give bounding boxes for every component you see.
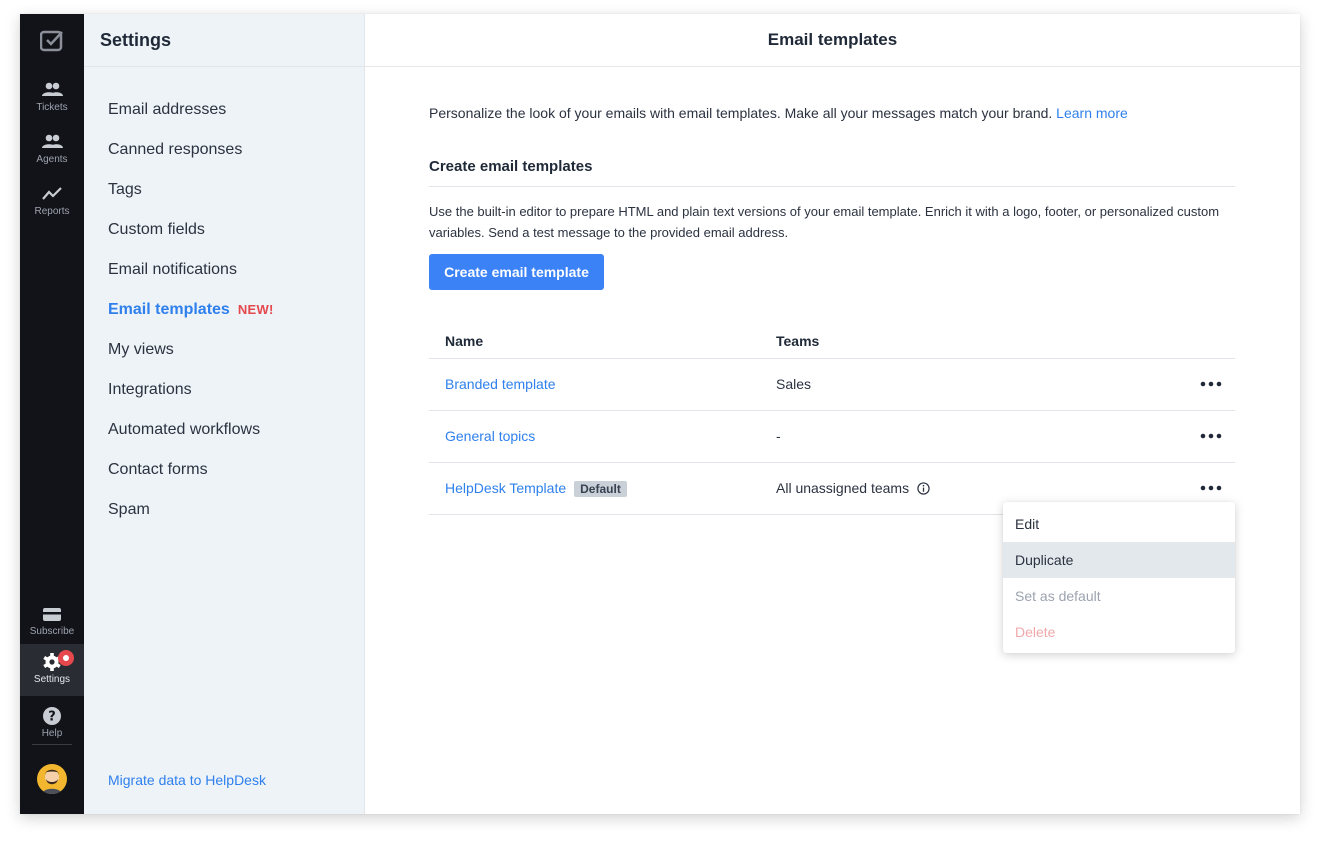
avatar-icon: [42, 769, 62, 794]
sidebar-item-custom-fields[interactable]: Custom fields: [108, 218, 274, 258]
rail-label: Tickets: [36, 102, 68, 113]
sidebar-item-label: Email templates: [108, 301, 230, 318]
new-badge: NEW!: [237, 302, 274, 317]
sidebar-item-my-views[interactable]: My views: [108, 338, 274, 378]
template-name-link[interactable]: General topics: [445, 428, 535, 444]
sidebar-item-spam[interactable]: Spam: [108, 498, 274, 538]
sidebar-item-email-templates[interactable]: Email templates NEW!: [108, 298, 274, 338]
table-row: Branded template Sales: [429, 359, 1235, 411]
page-header: Email templates: [365, 14, 1300, 67]
settings-sidebar: Settings Email addresses Canned response…: [84, 14, 365, 814]
question-icon: ?: [43, 707, 61, 725]
sidebar-item-label: Integrations: [108, 381, 192, 398]
info-icon[interactable]: [917, 482, 930, 495]
template-name-link[interactable]: Branded template: [445, 376, 556, 392]
app-window: Tickets Agents Reports Subscribe Setting…: [20, 14, 1300, 814]
more-options-icon[interactable]: [1199, 381, 1223, 387]
rail-label: Subscribe: [29, 626, 75, 637]
migrate-link[interactable]: Migrate data to HelpDesk: [108, 772, 266, 788]
divider: [429, 186, 1235, 187]
sidebar-nav: Email addresses Canned responses Tags Cu…: [108, 98, 274, 538]
template-teams: -: [776, 428, 781, 444]
table-header: Name Teams: [429, 324, 1235, 359]
row-actions-menu: Edit Duplicate Set as default Delete: [1003, 502, 1235, 653]
more-options-icon[interactable]: [1199, 485, 1223, 491]
notification-badge: [58, 650, 74, 666]
rail-label: Help: [41, 728, 63, 739]
chart-line-icon: [42, 187, 62, 200]
rail-item-settings[interactable]: Settings: [20, 644, 84, 696]
rail-item-tickets[interactable]: Tickets: [20, 72, 84, 124]
sidebar-item-label: Automated workflows: [108, 421, 261, 438]
template-name-cell: HelpDesk Template Default: [445, 480, 627, 497]
rail-label: Agents: [36, 154, 68, 165]
template-teams: All unassigned teams: [776, 480, 910, 496]
divider: [84, 66, 364, 67]
section-title: Create email templates: [429, 158, 593, 175]
sidebar-item-label: Tags: [108, 181, 142, 198]
svg-text:?: ?: [48, 710, 56, 725]
sidebar-item-label: Spam: [108, 501, 150, 518]
learn-more-link[interactable]: Learn more: [1056, 105, 1128, 121]
app-rail: Tickets Agents Reports Subscribe Setting…: [20, 14, 84, 814]
sidebar-item-email-notifications[interactable]: Email notifications: [108, 258, 274, 298]
sidebar-item-label: Contact forms: [108, 461, 208, 478]
rail-item-agents[interactable]: Agents: [20, 124, 84, 176]
sidebar-item-label: Canned responses: [108, 141, 243, 158]
page-title: Email templates: [767, 30, 898, 49]
intro-text: Personalize the look of your emails with…: [429, 105, 1128, 121]
more-options-icon[interactable]: [1199, 433, 1223, 439]
menu-item-set-default: Set as default: [1015, 588, 1101, 604]
sidebar-item-label: Email notifications: [108, 261, 237, 278]
sidebar-item-automated-workflows[interactable]: Automated workflows: [108, 418, 274, 458]
people-icon: [42, 134, 63, 148]
menu-item-edit[interactable]: Edit: [1003, 506, 1235, 542]
sidebar-item-tags[interactable]: Tags: [108, 178, 274, 218]
rail-item-help[interactable]: ? Help: [20, 698, 84, 750]
default-badge: Default: [574, 481, 627, 497]
rail-divider: [32, 744, 72, 745]
sidebar-item-integrations[interactable]: Integrations: [108, 378, 274, 418]
sidebar-item-label: My views: [108, 341, 174, 358]
logo-icon[interactable]: [40, 30, 64, 52]
rail-label: Reports: [34, 206, 70, 217]
menu-item-duplicate[interactable]: Duplicate: [1003, 542, 1235, 578]
people-icon: [42, 82, 63, 96]
sidebar-item-contact-forms[interactable]: Contact forms: [108, 458, 274, 498]
sidebar-item-canned-responses[interactable]: Canned responses: [108, 138, 274, 178]
sidebar-title: Settings: [100, 30, 172, 50]
templates-table: Name Teams Branded template Sales Genera…: [429, 324, 1235, 515]
sidebar-item-label: Custom fields: [108, 221, 205, 238]
create-email-template-button[interactable]: Create email template: [429, 254, 604, 290]
sidebar-item-email-addresses[interactable]: Email addresses: [108, 98, 274, 138]
intro-label: Personalize the look of your emails with…: [429, 105, 1053, 121]
sidebar-item-label: Email addresses: [108, 101, 227, 118]
card-icon: [43, 608, 61, 621]
template-teams-cell: All unassigned teams: [776, 480, 930, 496]
rail-item-reports[interactable]: Reports: [20, 176, 84, 228]
template-name-link[interactable]: HelpDesk Template: [445, 480, 566, 496]
avatar[interactable]: [37, 764, 67, 794]
rail-item-subscribe[interactable]: Subscribe: [20, 596, 84, 648]
rail-label: Settings: [33, 674, 71, 685]
menu-item-delete[interactable]: Delete: [1003, 614, 1235, 650]
column-header-teams[interactable]: Teams: [776, 333, 819, 349]
section-description: Use the built-in editor to prepare HTML …: [429, 204, 1220, 240]
column-header-name[interactable]: Name: [445, 333, 483, 349]
template-teams: Sales: [776, 376, 812, 392]
main-content: Email templates Personalize the look of …: [365, 14, 1300, 814]
table-row: General topics -: [429, 411, 1235, 463]
